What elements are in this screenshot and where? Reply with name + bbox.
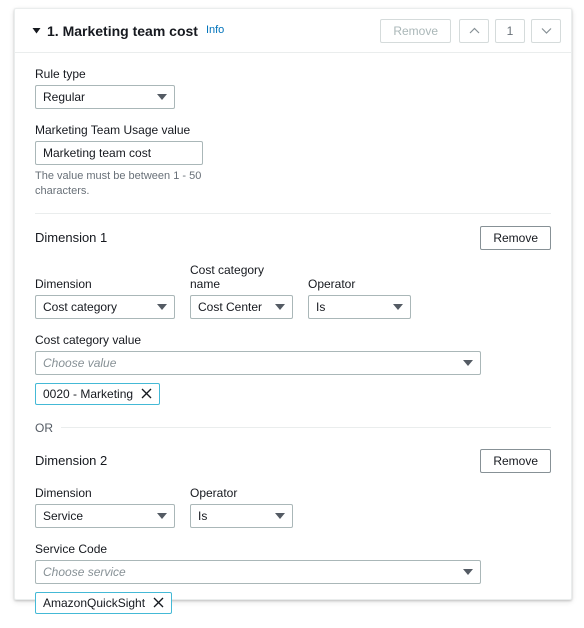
dimension-2-dimension-value: Service <box>43 508 84 523</box>
dimension-1-token-list: 0020 - Marketing <box>35 382 551 405</box>
page-root: 1. Marketing team cost Info Remove 1 Rul… <box>0 0 584 628</box>
dimension-2-controls: Dimension Service Operator Is <box>35 486 551 528</box>
dimension-1-operator-value: Is <box>316 299 326 314</box>
dimension-2-dimension-select[interactable]: Service <box>35 503 175 528</box>
cost-category-value-placeholder: Choose value <box>43 355 117 370</box>
chevron-down-icon <box>393 303 403 310</box>
or-separator: OR <box>35 421 551 435</box>
service-code-placeholder: Choose service <box>43 564 126 579</box>
dimension-1-dimension-select[interactable]: Cost category <box>35 294 175 319</box>
section-divider-1 <box>35 212 551 214</box>
rule-type-label: Rule type <box>35 67 86 81</box>
dimension-1-value-label: Cost category value <box>35 332 142 347</box>
dimension-2-operator-field: Operator Is <box>190 486 293 528</box>
chevron-down-icon <box>541 28 551 34</box>
dimension-1-title: Dimension 1 <box>35 230 108 246</box>
token-label: 0020 - Marketing <box>43 386 134 401</box>
info-link[interactable]: Info <box>206 24 224 36</box>
dimension-2-dimension-field: Dimension Service <box>35 486 175 528</box>
rule-type-field: Rule type Regular <box>35 67 551 109</box>
dimension-1-operator-label: Operator <box>308 276 356 291</box>
dimension-1-controls: Dimension Cost category Cost category na… <box>35 263 551 319</box>
dimension-1-category-name-label: Cost category name <box>190 262 265 291</box>
or-line <box>61 427 551 429</box>
close-icon[interactable] <box>153 597 164 608</box>
cost-category-value-select[interactable]: Choose value <box>35 350 481 375</box>
remove-rule-button[interactable]: Remove <box>380 18 451 43</box>
caret-down-icon[interactable] <box>27 22 45 40</box>
card-header: 1. Marketing team cost Info Remove 1 <box>15 9 571 53</box>
dimension-1-dimension-label: Dimension <box>35 276 92 291</box>
order-stepper: 1 <box>459 18 561 43</box>
dimension-1-operator-field: Operator Is <box>308 277 411 319</box>
move-up-button[interactable] <box>459 18 489 43</box>
dimension-1-section: Dimension 1 Remove Dimension Cost catego… <box>35 225 551 405</box>
usage-value-text: Marketing team cost <box>43 146 152 160</box>
usage-value-label: Marketing Team Usage value <box>35 123 191 137</box>
rule-type-value: Regular <box>43 90 86 104</box>
usage-value-input[interactable]: Marketing team cost <box>35 141 203 165</box>
chevron-down-icon <box>157 512 167 519</box>
page-title: 1. Marketing team cost <box>47 22 198 39</box>
dimension-2-dimension-label: Dimension <box>35 485 92 500</box>
token-item: AmazonQuickSight <box>35 591 173 614</box>
dimension-2-section: Dimension 2 Remove Dimension Service Ope… <box>35 448 551 614</box>
usage-value-constraint: The value must be between 1 - 50 charact… <box>35 170 202 197</box>
dimension-2-header: Dimension 2 Remove <box>35 448 551 473</box>
dimension-1-dimension-field: Dimension Cost category <box>35 277 175 319</box>
rule-card: 1. Marketing team cost Info Remove 1 Rul… <box>14 8 572 614</box>
chevron-down-icon <box>275 303 285 310</box>
dimension-2-operator-select[interactable]: Is <box>190 503 293 528</box>
remove-dimension-1-button[interactable]: Remove <box>480 225 551 250</box>
dimension-2-token-list: AmazonQuickSight <box>35 591 551 614</box>
token-label: AmazonQuickSight <box>43 595 146 610</box>
dimension-1-header: Dimension 1 Remove <box>35 225 551 250</box>
token-item: 0020 - Marketing <box>35 382 161 405</box>
header-actions: Remove 1 <box>380 18 561 43</box>
dimension-2-operator-value: Is <box>198 508 208 523</box>
or-label: OR <box>35 420 53 435</box>
chevron-down-icon <box>157 303 167 310</box>
move-down-button[interactable] <box>531 18 561 43</box>
chevron-down-icon <box>463 568 473 575</box>
usage-value-field: Marketing Team Usage value Marketing tea… <box>35 123 551 199</box>
service-code-select[interactable]: Choose service <box>35 559 481 584</box>
chevron-down-icon <box>275 512 285 519</box>
dimension-2-operator-label: Operator <box>190 485 238 500</box>
dimension-1-category-name-value: Cost Center <box>198 299 263 314</box>
dimension-1-dimension-value: Cost category <box>43 299 118 314</box>
chevron-up-icon <box>469 27 479 34</box>
service-code-label: Service Code <box>35 541 108 556</box>
dimension-1-operator-select[interactable]: Is <box>308 294 411 319</box>
dimension-2-title: Dimension 2 <box>35 453 108 469</box>
close-icon[interactable] <box>141 388 152 399</box>
chevron-down-icon <box>157 94 167 100</box>
remove-dimension-2-button[interactable]: Remove <box>480 448 551 473</box>
dimension-1-category-name-field: Cost category name Cost Center <box>190 263 293 319</box>
order-value: 1 <box>495 18 525 43</box>
rule-type-select[interactable]: Regular <box>35 85 175 109</box>
dimension-1-value-field: Cost category value Choose value 0020 - … <box>35 333 551 405</box>
dimension-1-category-name-select[interactable]: Cost Center <box>190 294 293 319</box>
card-body: Rule type Regular Marketing Team Usage v… <box>15 53 571 614</box>
dimension-2-value-field: Service Code Choose service AmazonQuickS… <box>35 542 551 614</box>
chevron-down-icon <box>463 359 473 366</box>
